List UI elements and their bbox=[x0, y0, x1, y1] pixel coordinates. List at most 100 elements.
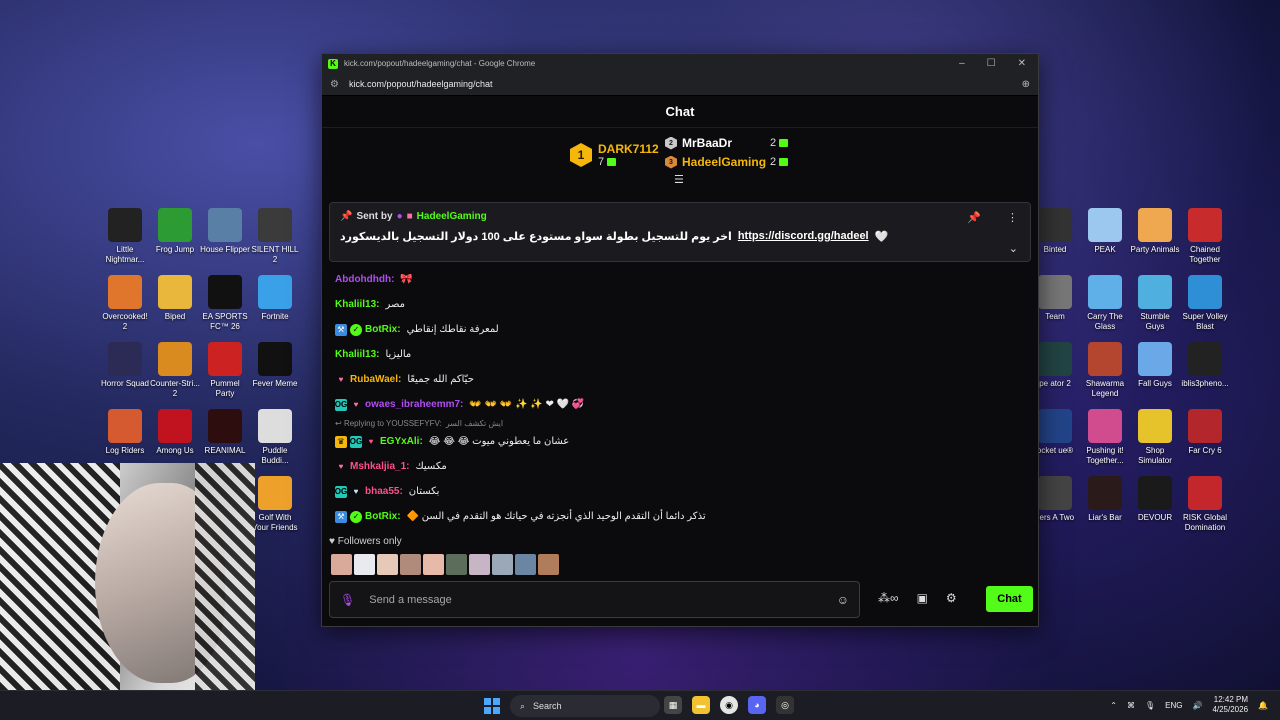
chat-username[interactable]: RubaWael: bbox=[350, 374, 401, 385]
desktop-icon[interactable]: PEAK bbox=[1080, 208, 1130, 255]
desktop-icon[interactable]: Horror Squad bbox=[100, 342, 150, 389]
desktop-icon[interactable]: RISK Global Domination bbox=[1180, 476, 1230, 533]
leaderboard-third[interactable]: 3 HadeelGaming 2 bbox=[665, 155, 789, 169]
reply-context[interactable]: ↩ Replying to YOUSSEFYFV: ايش تكشف السر bbox=[335, 417, 1025, 429]
chat-message[interactable]: ♥ Mshkaljia_1: مكسيك bbox=[335, 454, 1025, 479]
desktop-icon[interactable]: Chained Together bbox=[1180, 208, 1230, 265]
desktop-icon[interactable]: Far Cry 6 bbox=[1180, 409, 1230, 456]
desktop-icon[interactable]: Party Animals bbox=[1130, 208, 1180, 255]
desktop-icon[interactable]: iblis3pheno... bbox=[1180, 342, 1230, 389]
avatar[interactable] bbox=[377, 554, 398, 575]
minimize-button[interactable]: – bbox=[959, 58, 965, 69]
mic-tray-icon[interactable]: 🎙 bbox=[1145, 701, 1155, 710]
chat-message[interactable]: Abdohdhdh: 🎀 bbox=[335, 267, 1025, 292]
notification-bell-icon[interactable]: 🔔 bbox=[1258, 701, 1268, 710]
chat-message[interactable]: Khaliil13: مصر bbox=[335, 292, 1025, 317]
avatar[interactable] bbox=[354, 554, 375, 575]
desktop-icon[interactable]: Log Riders bbox=[100, 409, 150, 456]
obs-icon[interactable]: ◎ bbox=[776, 696, 794, 714]
chevron-down-icon[interactable]: ⌄ bbox=[1009, 242, 1018, 255]
chat-username[interactable]: Mshkaljia_1: bbox=[350, 461, 409, 472]
chat-username[interactable]: bhaa55: bbox=[365, 486, 403, 497]
avatar[interactable] bbox=[538, 554, 559, 575]
points-infinity-icon[interactable]: ⁂∞ bbox=[878, 591, 899, 605]
start-button[interactable] bbox=[484, 698, 500, 714]
maximize-button[interactable]: ☐ bbox=[987, 58, 996, 69]
chat-message[interactable]: Khaliil13: ماليزيا bbox=[335, 342, 1025, 367]
avatar[interactable] bbox=[331, 554, 352, 575]
desktop-icon[interactable]: EA SPORTS FC™ 26 bbox=[200, 275, 250, 332]
desktop-icon[interactable]: Shop Simulator bbox=[1130, 409, 1180, 466]
avatar[interactable] bbox=[423, 554, 444, 575]
chevron-up-icon[interactable]: ⌃ bbox=[1110, 701, 1117, 710]
desktop-icon[interactable]: Fortnite bbox=[250, 275, 300, 322]
url-text[interactable]: kick.com/popout/hadeelgaming/chat bbox=[349, 79, 493, 89]
desktop-icon[interactable]: Pummel Party bbox=[200, 342, 250, 399]
settings-gear-icon[interactable]: ⚙ bbox=[946, 591, 957, 605]
desktop-icon[interactable]: DEVOUR bbox=[1130, 476, 1180, 523]
discord-icon[interactable]: ◕ bbox=[748, 696, 766, 714]
pinned-sender[interactable]: HadeelGaming bbox=[417, 211, 487, 222]
store-icon[interactable]: ▣ bbox=[917, 591, 928, 605]
network-icon[interactable]: ⌘ bbox=[1127, 701, 1135, 710]
send-chat-button[interactable]: Chat bbox=[986, 586, 1033, 612]
chat-username[interactable]: owaes_ibraheemm7: bbox=[365, 399, 463, 410]
chat-message[interactable]: ⚒ ✓ BotRix: لمعرفة نقاطك إنقاطي bbox=[335, 317, 1025, 342]
chat-message[interactable]: ♛ OG ♥ EGYxAli: عشان ما يعطوني ميوت 😂 😂 … bbox=[335, 429, 1025, 454]
desktop-icon[interactable]: Little Nightmar... bbox=[100, 208, 150, 265]
desktop-icon[interactable]: REANIMAL bbox=[200, 409, 250, 456]
language-indicator[interactable]: ENG bbox=[1165, 701, 1182, 710]
leaderboard-expand-icon[interactable]: ☰ bbox=[674, 173, 684, 186]
file-explorer-icon[interactable]: ▬ bbox=[692, 696, 710, 714]
microphone-icon[interactable]: 🎙 bbox=[340, 593, 355, 607]
chat-username[interactable]: Khaliil13: bbox=[335, 299, 379, 310]
desktop-icon[interactable]: Fever Meme bbox=[250, 342, 300, 389]
pinned-link[interactable]: https://discord.gg/hadeel bbox=[738, 230, 869, 243]
chat-message[interactable]: ⚒ ✓ BotRix: تذكر دائما أن التقدم الوحيد … bbox=[335, 504, 1025, 529]
zoom-icon[interactable]: ⊕ bbox=[1022, 79, 1030, 90]
desktop-icon[interactable]: Super Volley Blast bbox=[1180, 275, 1230, 332]
site-info-icon[interactable]: ⚙ bbox=[330, 79, 339, 90]
chat-username[interactable]: Abdohdhdh: bbox=[335, 274, 394, 285]
desktop-icon[interactable]: Frog Jump bbox=[150, 208, 200, 255]
desktop-icon[interactable]: Stumble Guys bbox=[1130, 275, 1180, 332]
emoji-picker-icon[interactable]: ☺ bbox=[837, 593, 849, 607]
leaderboard-second[interactable]: 2 MrBaaDr 2 bbox=[665, 136, 789, 150]
volume-icon[interactable]: 🔊 bbox=[1192, 701, 1202, 710]
chat-username[interactable]: EGYxAli: bbox=[380, 436, 423, 447]
chat-username[interactable]: BotRix: bbox=[365, 324, 401, 335]
desktop-icon[interactable]: Fall Guys bbox=[1130, 342, 1180, 389]
address-bar[interactable]: ⚙ kick.com/popout/hadeelgaming/chat ⊕ bbox=[322, 73, 1038, 96]
message-composer[interactable]: 🎙 ☺ bbox=[329, 581, 860, 618]
leaderboard-first[interactable]: 1 DARK7112 7 bbox=[570, 142, 659, 168]
close-button[interactable]: ✕ bbox=[1018, 58, 1026, 69]
chrome-icon[interactable]: ◉ bbox=[720, 696, 738, 714]
chat-username[interactable]: Khaliil13: bbox=[335, 349, 379, 360]
avatar[interactable] bbox=[515, 554, 536, 575]
avatar[interactable] bbox=[469, 554, 490, 575]
desktop-icon[interactable]: Counter-Stri... 2 bbox=[150, 342, 200, 399]
chat-message[interactable]: OG ♥ owaes_ibraheemm7: 👐 👐 👐 ✨ ✨ ❤ 🤍 💞 bbox=[335, 392, 1025, 417]
desktop-icon[interactable]: SILENT HILL 2 bbox=[250, 208, 300, 265]
desktop-icon[interactable]: Golf With Your Friends bbox=[250, 476, 300, 533]
desktop-icon[interactable]: Among Us bbox=[150, 409, 200, 456]
desktop-icon[interactable]: Biped bbox=[150, 275, 200, 322]
desktop-icon[interactable]: House Flipper bbox=[200, 208, 250, 255]
desktop-icon[interactable]: Puddle Buddi... bbox=[250, 409, 300, 466]
desktop-icon[interactable]: Shawarma Legend bbox=[1080, 342, 1130, 399]
task-view-icon[interactable]: ▦ bbox=[664, 696, 682, 714]
desktop-icon[interactable]: Carry The Glass bbox=[1080, 275, 1130, 332]
avatar[interactable] bbox=[446, 554, 467, 575]
unpin-icon[interactable]: 📌 bbox=[967, 211, 981, 224]
desktop-icon[interactable]: Overcooked! 2 bbox=[100, 275, 150, 332]
more-options-icon[interactable]: ⋮ bbox=[1007, 211, 1018, 224]
clock[interactable]: 12:42 PM 4/25/2026 bbox=[1212, 695, 1248, 715]
desktop-icon[interactable]: Liar's Bar bbox=[1080, 476, 1130, 523]
message-input[interactable] bbox=[369, 593, 837, 606]
avatar[interactable] bbox=[400, 554, 421, 575]
avatar[interactable] bbox=[492, 554, 513, 575]
chat-message[interactable]: OG ♥ bhaa55: بكستان bbox=[335, 479, 1025, 504]
taskbar-search[interactable]: ⌕ Search bbox=[510, 695, 660, 717]
chat-username[interactable]: BotRix: bbox=[365, 511, 401, 522]
chat-message[interactable]: ♥ RubaWael: حيّاكم الله جميعًا bbox=[335, 367, 1025, 392]
